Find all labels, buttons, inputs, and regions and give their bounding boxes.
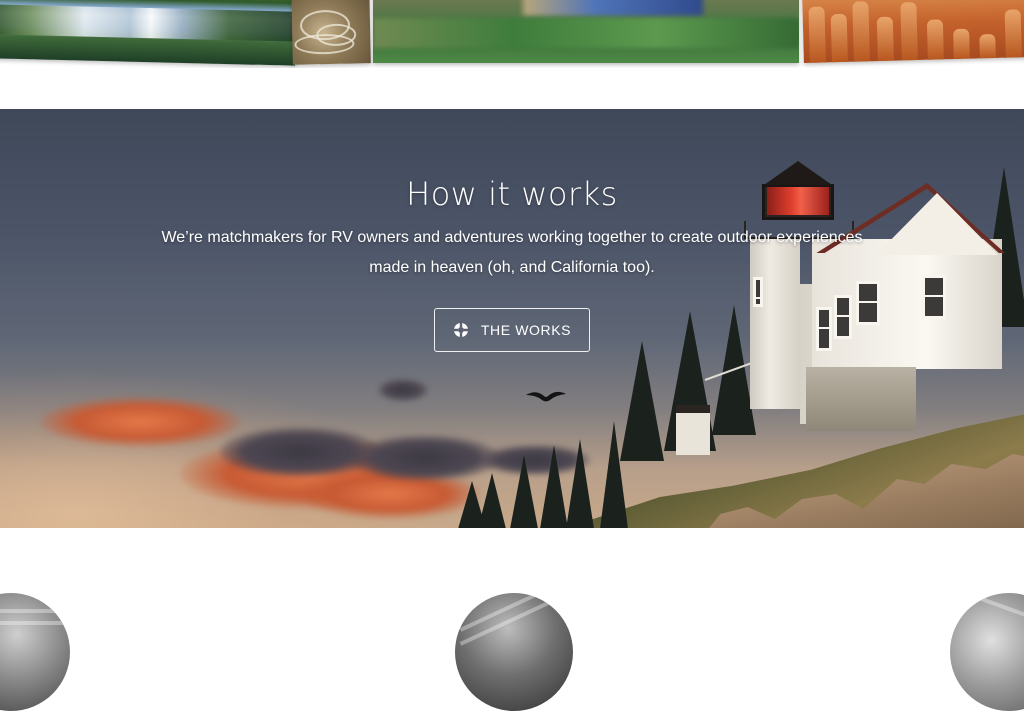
avatar — [950, 593, 1024, 711]
pine-tree — [510, 455, 538, 528]
stone-foundation — [806, 367, 916, 431]
small-hut — [676, 405, 710, 455]
how-it-works-hero: How it works We’re matchmakers for RV ow… — [0, 109, 1024, 528]
pine-tree — [620, 341, 664, 461]
avatar — [0, 593, 70, 711]
photo-mountain-lake[interactable] — [0, 0, 297, 66]
photo-branches[interactable] — [291, 0, 371, 65]
dark-cloud — [378, 379, 428, 401]
house-window — [856, 281, 880, 325]
section-description: We’re matchmakers for RV owners and adve… — [161, 229, 863, 276]
pine-tree — [566, 439, 594, 528]
pine-tree — [540, 445, 568, 528]
lifebuoy-icon — [453, 323, 468, 337]
photo-strip — [0, 0, 1024, 68]
bird-icon — [526, 391, 566, 402]
the-works-button-label: THE WORKS — [480, 322, 572, 338]
house-window — [816, 307, 832, 351]
house-window — [834, 295, 852, 339]
section-title: How it works — [406, 175, 618, 213]
photo-red-rocks[interactable] — [802, 0, 1024, 63]
pine-tree — [478, 473, 506, 528]
avatar — [455, 593, 573, 711]
sunset-cloud — [40, 397, 240, 447]
house-window — [922, 275, 946, 319]
photo-valley[interactable] — [373, 0, 799, 63]
the-works-button[interactable]: THE WORKS — [434, 308, 590, 352]
